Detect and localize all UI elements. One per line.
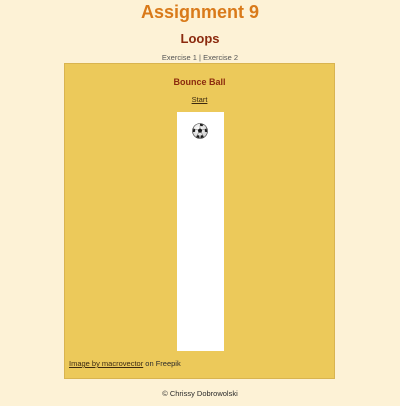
image-credit-link[interactable]: Image by macrovector xyxy=(69,359,143,368)
page-title: Assignment 9 xyxy=(140,2,260,22)
image-credit-suffix: on Freepik xyxy=(143,359,181,368)
image-credit: Image by macrovector on Freepik xyxy=(69,359,181,369)
bounce-ball-panel: Bounce Ball Start Image by macrovector o… xyxy=(64,63,335,379)
panel-title: Bounce Ball xyxy=(173,77,226,87)
footer-copyright: © Chrissy Dobrowolski xyxy=(162,389,238,398)
exercise-nav: Exercise 1 | Exercise 2 xyxy=(0,53,400,63)
start-button[interactable]: Start xyxy=(192,95,208,104)
ball-track xyxy=(177,112,224,351)
exercise-1-link[interactable]: Exercise 1 xyxy=(162,53,197,62)
start-link-wrapper: Start xyxy=(65,95,334,105)
page-subtitle: Loops xyxy=(180,31,220,46)
exercise-2-link[interactable]: Exercise 2 xyxy=(203,53,238,62)
soccer-ball-icon xyxy=(192,123,208,139)
